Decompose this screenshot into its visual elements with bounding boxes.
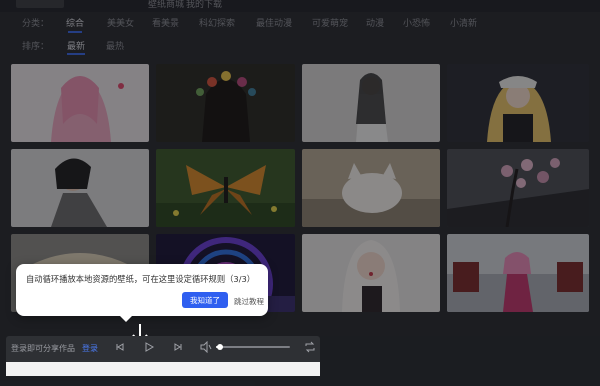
top-link-store[interactable]: 壁纸商城 [148, 0, 184, 10]
player-footer [6, 362, 320, 376]
wallpaper-thumbnail[interactable] [11, 64, 149, 142]
wallpaper-thumbnail[interactable] [302, 64, 440, 142]
wallpaper-thumbnail[interactable] [302, 234, 440, 312]
tab-综合[interactable]: 综合 [66, 16, 84, 33]
wallpaper-thumbnail[interactable] [156, 149, 295, 227]
tab-美女[interactable]: 美美女 [107, 16, 134, 29]
top-link-downloads[interactable]: 我的下载 [186, 0, 222, 10]
tutorial-tooltip: 自动循环播放本地资源的壁纸，可在这里设定循环规则（3/3） 我知道了 跳过教程 [16, 264, 268, 316]
tab-动漫[interactable]: 动漫 [366, 16, 384, 29]
category-label: 分类： [22, 19, 50, 29]
wallpaper-thumbnail[interactable] [447, 64, 589, 142]
wallpaper-thumbnail[interactable] [447, 234, 589, 312]
share-hint-text: 登录即可分享作品 [11, 344, 75, 353]
tab-小恐怖[interactable]: 小恐怖 [403, 16, 430, 29]
play-icon[interactable] [143, 341, 155, 353]
tab-可爱萌宠[interactable]: 可爱萌宠 [312, 16, 348, 29]
tab-科幻探索[interactable]: 科幻探索 [199, 16, 235, 29]
volume-slider[interactable] [216, 344, 290, 350]
wallpaper-thumbnail[interactable] [156, 64, 295, 142]
app-logo [16, 0, 64, 8]
sort-tabs: 排序： 最新 最热 [0, 36, 600, 56]
volume-knob[interactable] [216, 344, 223, 350]
sort-label: 排序： [22, 42, 50, 52]
sort-newest[interactable]: 最新 [67, 39, 86, 55]
tab-看美景[interactable]: 看美景 [152, 16, 179, 29]
sort-hottest[interactable]: 最热 [106, 39, 124, 52]
loop-icon[interactable] [304, 341, 316, 353]
top-bar: 壁纸商城 我的下载 [0, 0, 600, 12]
category-tabs: 分类： 综合 美美女 看美景 科幻探索 最佳动漫 可爱萌宠 动漫 小恐怖 小清新 [0, 13, 600, 35]
tooltip-pointer [120, 316, 132, 322]
wallpaper-thumbnail[interactable] [302, 149, 440, 227]
wallpaper-thumbnail[interactable] [447, 149, 589, 227]
tab-小清新[interactable]: 小清新 [450, 16, 477, 29]
wallpaper-app: 壁纸商城 我的下载 分类： 综合 美美女 看美景 科幻探索 最佳动漫 可爱萌宠 … [0, 0, 600, 386]
wallpaper-thumbnail[interactable] [11, 149, 149, 227]
login-link[interactable]: 登录 [82, 343, 98, 354]
prev-icon[interactable] [114, 341, 126, 353]
tab-最佳动漫[interactable]: 最佳动漫 [256, 16, 292, 29]
empty-area [320, 336, 600, 386]
got-it-button[interactable]: 我知道了 [182, 292, 228, 308]
skip-tutorial-link[interactable]: 跳过教程 [234, 296, 264, 307]
volume-icon[interactable] [200, 341, 212, 353]
tooltip-text: 自动循环播放本地资源的壁纸，可在这里设定循环规则（3/3） [26, 274, 256, 284]
next-icon[interactable] [172, 341, 184, 353]
